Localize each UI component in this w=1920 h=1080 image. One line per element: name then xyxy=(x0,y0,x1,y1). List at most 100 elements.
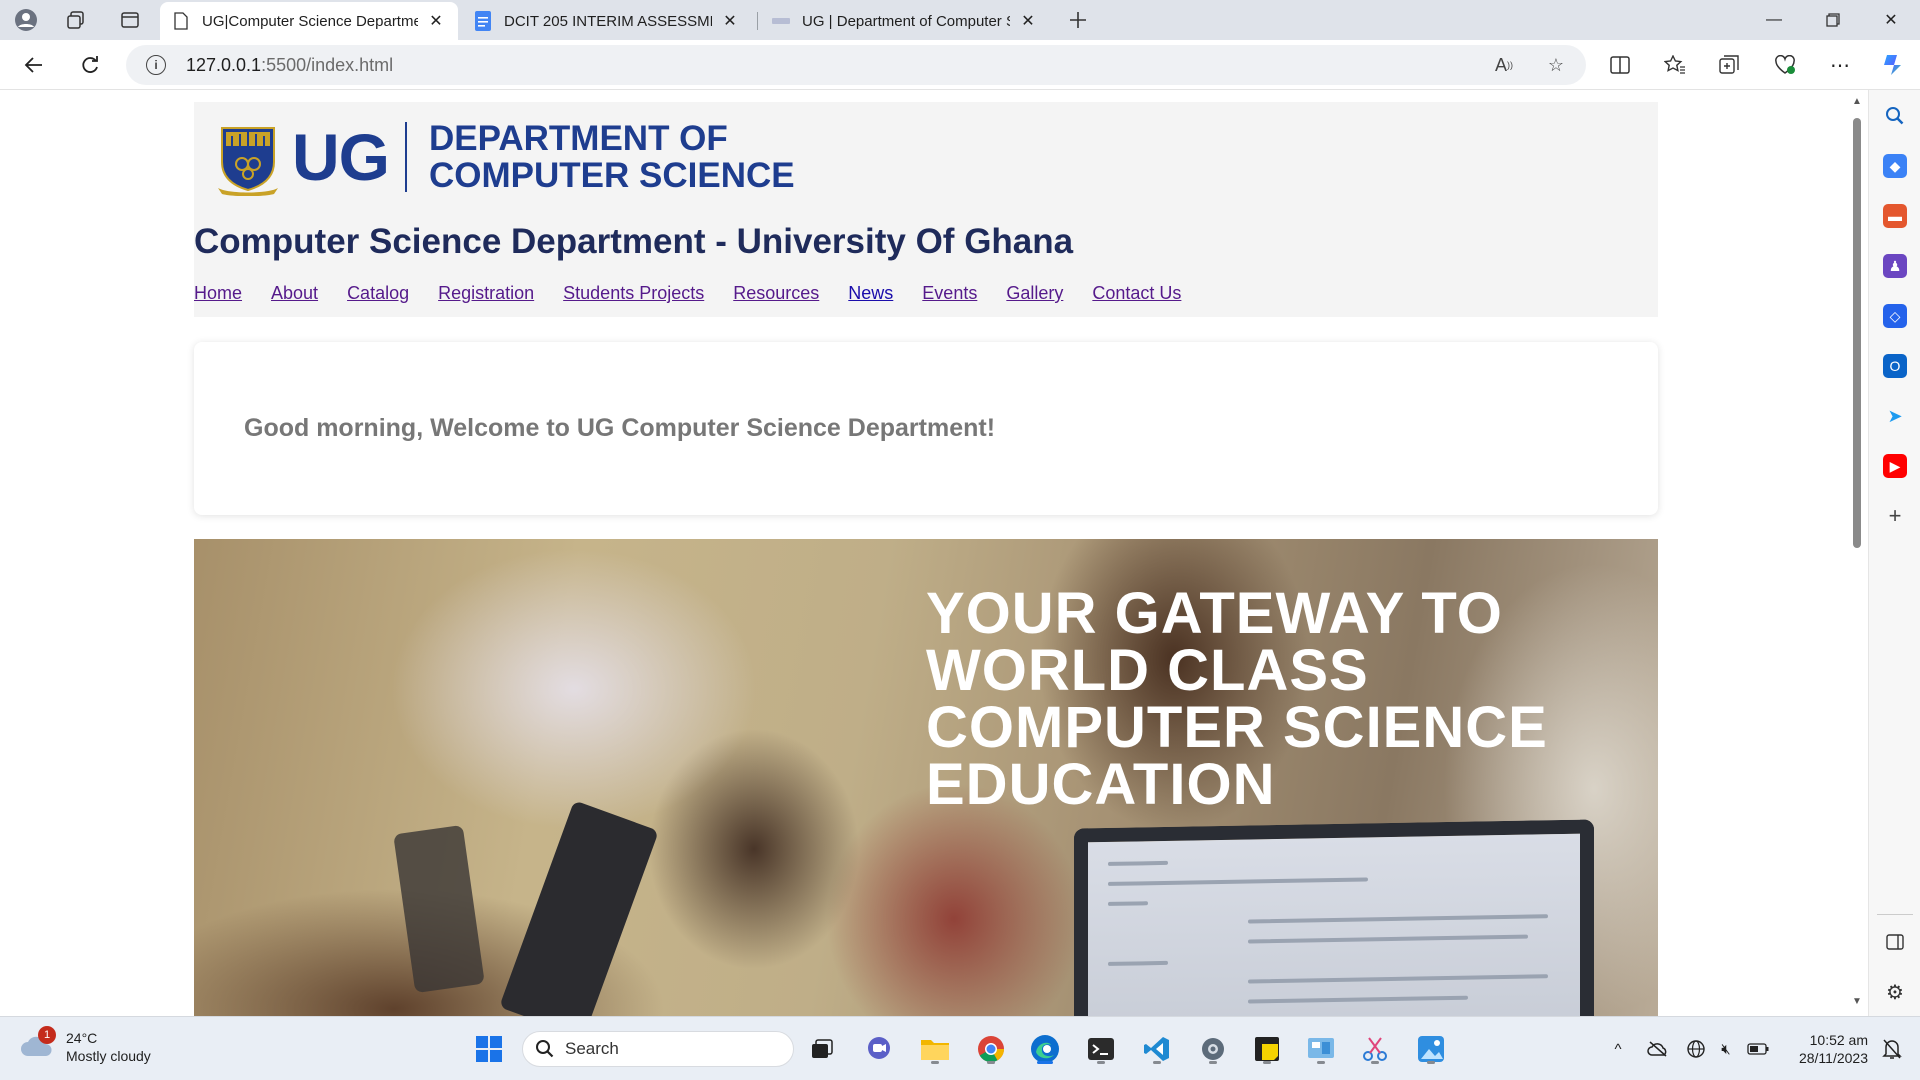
nav-catalog[interactable]: Catalog xyxy=(347,283,409,304)
address-bar[interactable]: i 127.0.0.1:5500/index.html A)) ☆ xyxy=(126,45,1586,85)
read-aloud-icon[interactable]: A)) xyxy=(1492,53,1516,77)
welcome-message: Good morning, Welcome to UG Computer Sci… xyxy=(244,414,996,442)
running-indicator xyxy=(1317,1061,1325,1064)
close-window-icon[interactable]: ✕ xyxy=(1862,0,1920,40)
hero-banner: YOUR GATEWAY TO WORLD CLASS COMPUTER SCI… xyxy=(194,539,1658,1016)
sticky-notes-icon[interactable] xyxy=(1250,1032,1284,1066)
add-icon[interactable]: + xyxy=(1883,503,1907,528)
system-clock[interactable]: 10:52 am 28/11/2023 xyxy=(1788,1031,1868,1067)
workspaces-icon[interactable] xyxy=(62,6,90,34)
file-explorer-icon[interactable] xyxy=(918,1032,952,1066)
logo-ug-text: UG xyxy=(292,120,390,194)
refresh-icon[interactable] xyxy=(74,49,106,81)
site-info-icon[interactable]: i xyxy=(146,55,166,75)
split-screen-icon[interactable] xyxy=(1604,49,1636,81)
microsoft-365-icon[interactable]: ◇ xyxy=(1883,304,1907,328)
vertical-tabs-icon[interactable] xyxy=(116,6,144,34)
restore-icon[interactable] xyxy=(1804,0,1862,40)
control-panel-icon[interactable] xyxy=(1304,1032,1338,1066)
nav-events[interactable]: Events xyxy=(922,283,977,304)
chrome-icon[interactable] xyxy=(974,1032,1008,1066)
more-options-icon[interactable]: ⋯ xyxy=(1824,49,1856,81)
collections-icon[interactable] xyxy=(1714,49,1746,81)
photos-icon[interactable] xyxy=(1414,1032,1448,1066)
new-tab-icon[interactable] xyxy=(1064,6,1092,34)
search-label: Search xyxy=(565,1039,619,1058)
back-icon[interactable] xyxy=(18,49,50,81)
tab-ug-cs-local[interactable]: UG|Computer Science Departme ✕ xyxy=(160,2,458,40)
onedrive-offline-icon[interactable] xyxy=(1646,1037,1670,1061)
profile-icon[interactable] xyxy=(12,6,40,34)
nav-resources[interactable]: Resources xyxy=(733,283,819,304)
hero-photo-tablet xyxy=(499,800,659,1016)
close-icon[interactable]: ✕ xyxy=(426,11,446,31)
tab-dcit-205[interactable]: DCIT 205 INTERIM ASSESSMENT ✕ xyxy=(462,2,752,40)
minimize-icon[interactable]: — xyxy=(1745,0,1803,40)
edge-icon[interactable] xyxy=(1028,1032,1062,1066)
favorites-icon[interactable] xyxy=(1659,49,1691,81)
running-indicator xyxy=(987,1061,995,1064)
snipping-tool-icon[interactable] xyxy=(1358,1032,1392,1066)
network-globe-icon[interactable] xyxy=(1684,1037,1708,1061)
close-icon[interactable]: ✕ xyxy=(1018,11,1038,31)
weather-temp: 24°C xyxy=(66,1030,98,1046)
nav-about[interactable]: About xyxy=(271,283,318,304)
nav-students-projects[interactable]: Students Projects xyxy=(563,283,704,304)
windows-taskbar: 1 24°C Mostly cloudy Search ^ 🔇︎ 10:52 a… xyxy=(0,1016,1920,1080)
nav-gallery[interactable]: Gallery xyxy=(1006,283,1063,304)
close-icon[interactable]: ✕ xyxy=(720,11,740,31)
notification-badge: 1 xyxy=(38,1026,56,1044)
copilot-icon[interactable] xyxy=(1877,49,1909,81)
weather-widget[interactable]: 1 24°C Mostly cloudy xyxy=(20,1026,151,1065)
url-host: 127.0.0.1 xyxy=(186,55,262,75)
hide-sidebar-icon[interactable] xyxy=(1883,930,1907,954)
nav-home[interactable]: Home xyxy=(194,283,242,304)
settings-app-icon[interactable] xyxy=(1196,1032,1230,1066)
tools-icon[interactable]: ▬ xyxy=(1883,204,1907,228)
drop-icon[interactable]: ➤ xyxy=(1883,404,1907,428)
url-path: :5500/index.html xyxy=(261,55,394,75)
settings-gear-icon[interactable]: ⚙ xyxy=(1883,980,1907,1004)
teams-chat-icon[interactable] xyxy=(862,1032,896,1066)
games-icon[interactable]: ♟ xyxy=(1883,254,1907,278)
hero-line: EDUCATION xyxy=(926,752,1276,817)
url-text[interactable]: 127.0.0.1:5500/index.html xyxy=(186,55,393,76)
university-crest-icon xyxy=(218,127,278,196)
cloud-icon: 1 xyxy=(20,1026,56,1064)
taskbar-search[interactable]: Search xyxy=(522,1031,794,1067)
search-icon[interactable] xyxy=(1883,104,1907,128)
scroll-down-icon[interactable]: ▼ xyxy=(1851,996,1863,1008)
ug-logo[interactable]: UG DEPARTMENT OF COMPUTER SCIENCE xyxy=(216,117,795,197)
show-hidden-icons-icon[interactable]: ^ xyxy=(1606,1037,1630,1061)
page-scrollbar[interactable]: ▲ ▼ xyxy=(1848,90,1866,1016)
page-title: Computer Science Department - University… xyxy=(194,222,1074,261)
browser-tab-strip: UG|Computer Science Departme ✕ DCIT 205 … xyxy=(0,0,1920,40)
battery-icon[interactable] xyxy=(1746,1037,1770,1061)
windows-start-icon[interactable] xyxy=(472,1032,506,1066)
terminal-icon[interactable] xyxy=(1084,1032,1118,1066)
tab-ug-cs-dept[interactable]: UG | Department of Computer Sc ✕ xyxy=(760,2,1050,40)
page-viewport: UG DEPARTMENT OF COMPUTER SCIENCE Comput… xyxy=(0,90,1848,1016)
sidebar-divider xyxy=(1877,914,1913,915)
nav-contact-us[interactable]: Contact Us xyxy=(1092,283,1181,304)
task-view-icon[interactable] xyxy=(805,1032,839,1066)
nav-news[interactable]: News xyxy=(848,283,893,304)
shopping-icon[interactable]: ◆ xyxy=(1883,154,1907,178)
favorite-star-icon[interactable]: ☆ xyxy=(1544,53,1568,77)
logo-divider xyxy=(405,122,407,192)
page-icon xyxy=(172,12,190,30)
hero-line: YOUR GATEWAY TO xyxy=(926,581,1503,646)
volume-muted-icon[interactable]: 🔇︎ xyxy=(1714,1037,1738,1061)
running-indicator xyxy=(1097,1061,1105,1064)
nav-registration[interactable]: Registration xyxy=(438,283,534,304)
notifications-bell-icon[interactable] xyxy=(1880,1037,1904,1061)
browser-essentials-icon[interactable] xyxy=(1769,49,1801,81)
youtube-icon[interactable]: ▶ xyxy=(1883,454,1907,478)
scroll-up-icon[interactable]: ▲ xyxy=(1851,96,1863,108)
weather-desc: Mostly cloudy xyxy=(66,1048,151,1064)
scroll-thumb[interactable] xyxy=(1853,118,1861,548)
outlook-icon[interactable]: O xyxy=(1883,354,1907,378)
browser-toolbar: i 127.0.0.1:5500/index.html A)) ☆ ⋯ xyxy=(0,40,1920,90)
hero-headline: YOUR GATEWAY TO WORLD CLASS COMPUTER SCI… xyxy=(926,581,1658,817)
vscode-icon[interactable] xyxy=(1140,1032,1174,1066)
